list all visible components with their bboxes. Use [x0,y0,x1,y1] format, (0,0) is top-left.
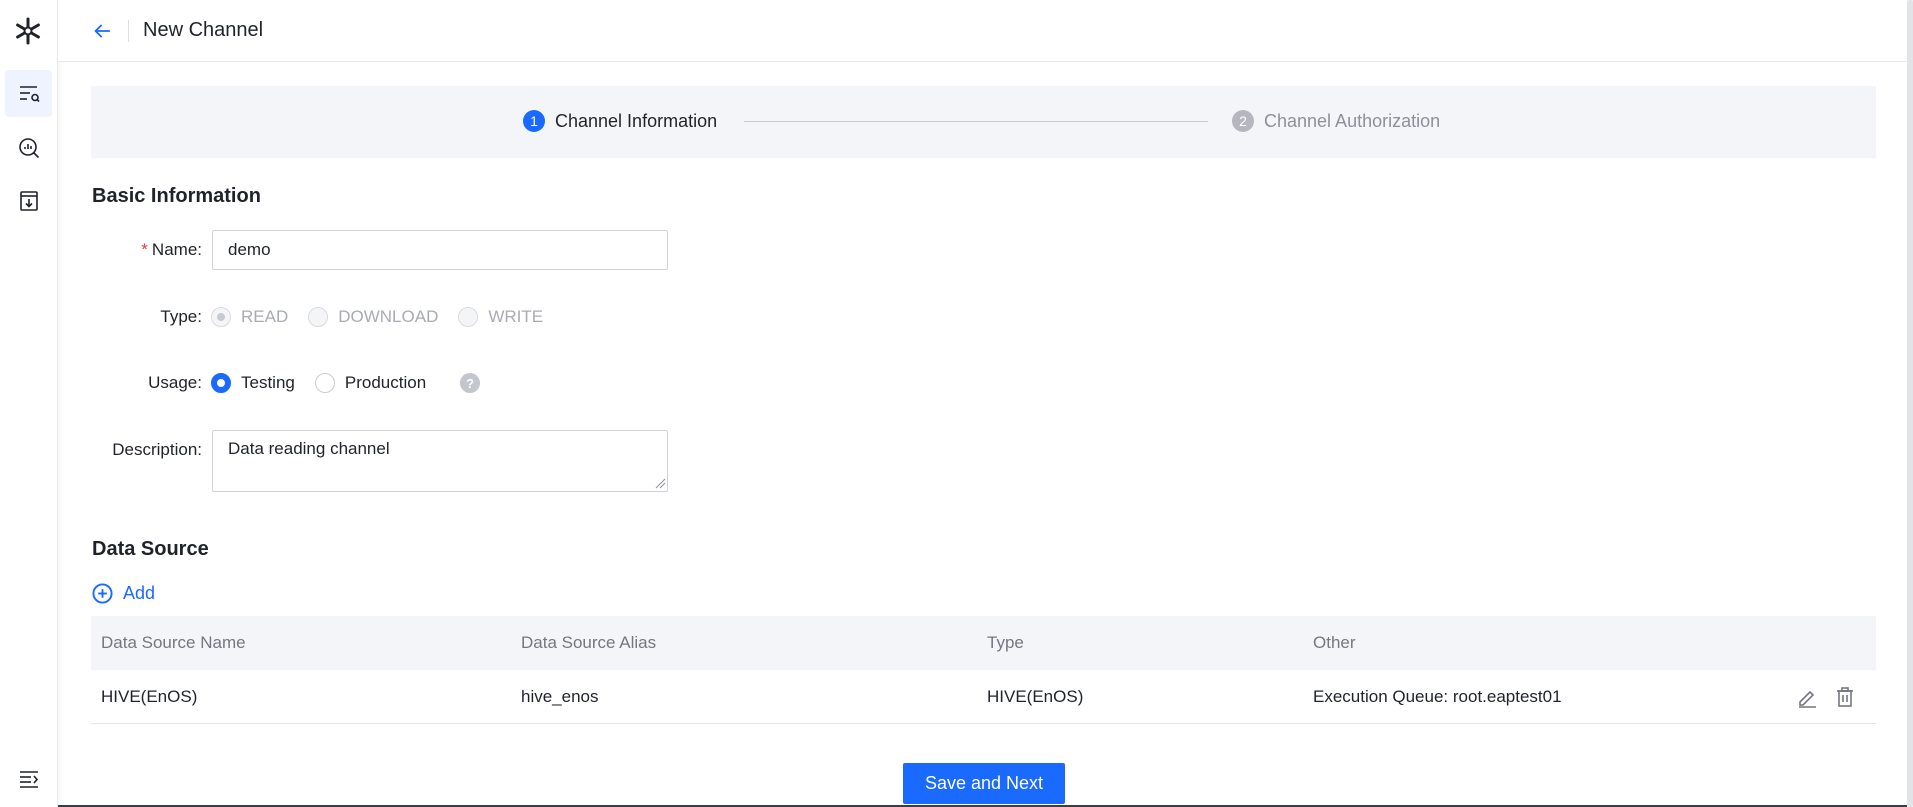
radio-circle [314,373,335,393]
save-and-next-button[interactable]: Save and Next [903,763,1065,804]
column-header: Data Source Alias [521,633,657,652]
type-radio-read[interactable]: READ [211,307,288,327]
app-logo-icon[interactable] [13,16,43,46]
scrollbar-thumb[interactable] [1907,0,1913,807]
name-input[interactable]: demo [212,230,668,270]
cell-data-source-name: HIVE(EnOS) [101,687,198,706]
radio-label: Testing [241,373,295,392]
required-marker: * [141,240,148,259]
basic-information-title: Basic Information [92,185,261,207]
nav-channel-list-icon[interactable] [5,70,52,117]
column-header: Other [1313,633,1356,652]
step-connector [744,121,1208,122]
name-input-value: demo [228,240,271,259]
app-root: New Channel 1 Channel Information 2 Chan… [0,0,1913,807]
column-header: Data Source Name [101,633,246,652]
usage-radio-testing[interactable]: Testing [211,373,295,393]
radio-label: WRITE [488,307,544,326]
radio-circle [458,307,479,327]
usage-radio-group: Testing Production ? [211,373,481,393]
radio-label: DOWNLOAD [338,307,439,326]
nav-monitor-icon[interactable] [5,124,52,171]
delete-trash-icon[interactable] [1834,686,1856,708]
step-label: Channel Authorization [1264,110,1441,131]
add-circle-icon [92,583,113,604]
description-textarea[interactable]: Data reading channel [212,430,668,492]
nav-rail [0,0,58,807]
type-radio-download[interactable]: DOWNLOAD [308,307,438,327]
back-arrow-icon[interactable] [88,17,116,45]
edit-pencil-icon[interactable] [1796,686,1818,708]
name-label: * Name: [141,240,202,260]
page-header: New Channel [58,0,1913,62]
resize-grip-icon[interactable] [655,478,666,489]
type-label: Type: [160,307,202,326]
name-label-text: Name: [151,240,202,259]
type-radio-write[interactable]: WRITE [458,307,543,327]
step-number: 2 [1232,110,1254,132]
cell-type: HIVE(EnOS) [987,687,1084,706]
table-header: Data Source Name Data Source Alias Type … [91,616,1876,670]
radio-label: Production [344,373,427,392]
radio-circle [211,307,231,327]
column-header: Type [987,633,1024,652]
table-row: HIVE(EnOS) hive_enos HIVE(EnOS) Executio… [91,670,1876,724]
data-source-title: Data Source [92,538,209,560]
collapse-menu-icon[interactable] [5,754,52,801]
header-divider [128,19,129,42]
type-radio-group: READ DOWNLOAD WRITE [211,307,563,327]
usage-label: Usage: [148,373,202,392]
row-actions [1780,670,1856,724]
usage-radio-production[interactable]: Production [314,373,427,393]
add-label: Add [123,583,156,603]
nav-download-icon[interactable] [5,177,52,224]
description-label: Description: [112,440,202,459]
step-channel-authorization[interactable]: 2 Channel Authorization [1232,110,1440,132]
cell-data-source-alias: hive_enos [521,687,599,706]
help-question-icon[interactable]: ? [460,373,481,393]
radio-circle [308,307,329,327]
radio-label: READ [241,307,289,326]
data-source-table: Data Source Name Data Source Alias Type … [91,616,1876,724]
step-channel-information[interactable]: 1 Channel Information [523,110,717,132]
cell-other: Execution Queue: root.eaptest01 [1313,687,1562,706]
page-title: New Channel [143,19,264,41]
step-label: Channel Information [555,110,718,131]
steps-bar: 1 Channel Information 2 Channel Authoriz… [91,86,1876,158]
step-number: 1 [523,110,545,132]
add-data-source-button[interactable]: Add [92,583,155,604]
radio-circle [211,373,231,393]
